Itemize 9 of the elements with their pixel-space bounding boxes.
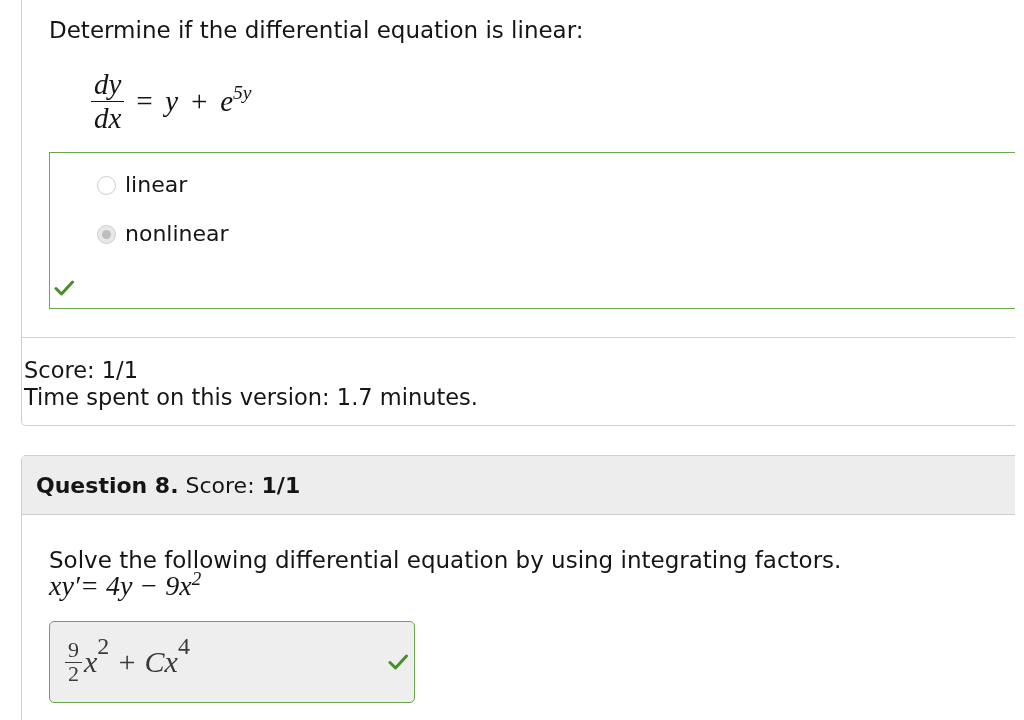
radio-button[interactable]: [97, 175, 116, 195]
question-prompt: Solve the following differential equation by using integrating factors.: [49, 546, 843, 573]
choice-label[interactable]: linear: [125, 172, 188, 198]
time-spent-text: Time spent on this version: 1.7 minutes.: [24, 384, 478, 411]
question-prompt: Determine if the differential equation is linear:: [49, 16, 585, 44]
choice-label[interactable]: nonlinear: [125, 221, 229, 247]
radio-button[interactable]: [97, 224, 116, 244]
score-text: Score: 1/1: [24, 357, 138, 384]
question-title: Question 8. Score: 1/1: [36, 472, 301, 498]
